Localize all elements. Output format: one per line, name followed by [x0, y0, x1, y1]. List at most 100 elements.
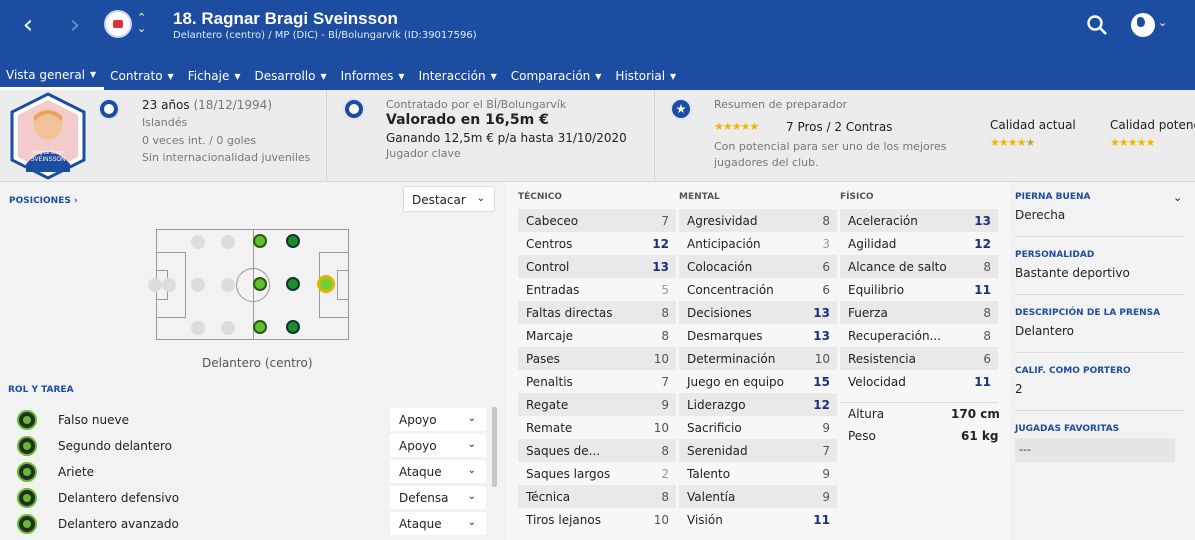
menu-historial[interactable]: Historial ▼	[609, 60, 684, 90]
attribute-row[interactable]: Juego en equipo 15	[679, 370, 837, 393]
personality-label: PERSONALIDAD	[1015, 250, 1095, 260]
menu-desarrollo[interactable]: Desarrollo ▼	[249, 60, 335, 90]
role-row[interactable]: Delantero avanzado Ataque ⌄	[0, 511, 490, 537]
attribute-row[interactable]: Remate 10	[518, 416, 676, 439]
globe-icon[interactable]	[1131, 13, 1155, 37]
chevron-down-icon: ⌄	[467, 491, 476, 502]
attribute-row[interactable]: Desmarques 13	[679, 324, 837, 347]
attribute-row[interactable]: Visión 11	[679, 508, 837, 531]
page-title: 18. Ragnar Bragi Sveinsson	[173, 9, 398, 28]
attribute-row[interactable]: Concentración 6	[679, 278, 837, 301]
player-subtitle[interactable]: Delantero (centro) / MP (DIC) - BÍ/Bolun…	[173, 30, 477, 41]
attribute-row[interactable]: Colocación 6	[679, 255, 837, 278]
chevron-down-icon[interactable]: ⌄	[1173, 191, 1182, 204]
menu-contrato[interactable]: Contrato ▼	[104, 60, 182, 90]
duty-dropdown[interactable]: Apoyo ⌄	[390, 408, 486, 431]
menu-vista-general[interactable]: Vista general ▼	[0, 60, 105, 90]
menu-fichaje[interactable]: Fichaje ▼	[182, 60, 249, 90]
attribute-row[interactable]: Valentía 9	[679, 485, 837, 508]
attribute-row[interactable]: Anticipación 3	[679, 232, 837, 255]
duty-dropdown[interactable]: Ataque ⌄	[390, 460, 486, 483]
attribute-row[interactable]: Control 13	[518, 255, 676, 278]
back-icon[interactable]: ‹	[13, 10, 43, 40]
attribute-row[interactable]: Alcance de salto 8	[840, 255, 998, 278]
forward-icon[interactable]: ›	[60, 10, 90, 40]
attribute-row[interactable]: Agresividad 8	[679, 209, 837, 232]
roles-scrollbar[interactable]	[492, 407, 497, 487]
contract-by[interactable]: Contratado por el BÍ/Bolungarvík	[386, 98, 566, 111]
attribute-row[interactable]: Aceleración 13	[840, 209, 998, 232]
menu-comparacion[interactable]: Comparación ▼	[505, 60, 610, 90]
portrait-name-1: Ragnar Bragi	[33, 150, 62, 156]
chevron-down-icon[interactable]: ⌄	[1158, 16, 1167, 29]
attribute-row[interactable]: Saques de... 8	[518, 439, 676, 462]
attribute-name: Técnica	[526, 490, 571, 504]
role-row[interactable]: Ariete Ataque ⌄	[0, 459, 490, 485]
attribute-row[interactable]: Faltas directas 8	[518, 301, 676, 324]
role-suitability-icon	[17, 410, 37, 430]
position-dot-st[interactable]	[286, 277, 300, 291]
position-dot-selected[interactable]	[317, 275, 335, 293]
position-dot[interactable]	[191, 235, 205, 249]
club-icon[interactable]	[343, 98, 365, 120]
attribute-row[interactable]: Recuperación... 8	[840, 324, 998, 347]
chevron-down-icon: ⌄	[467, 465, 476, 476]
attribute-row[interactable]: Entradas 5	[518, 278, 676, 301]
attribute-row[interactable]: Fuerza 8	[840, 301, 998, 324]
attribute-row[interactable]: Tiros lejanos 10	[518, 508, 676, 531]
position-dot[interactable]	[191, 278, 205, 292]
highlight-dropdown[interactable]: Destacar ⌄	[403, 186, 495, 212]
attribute-row[interactable]: Pases 10	[518, 347, 676, 370]
highlight-label: Destacar	[412, 193, 466, 207]
position-dot-am-r[interactable]	[253, 320, 267, 334]
position-dot-st-l[interactable]	[286, 234, 300, 248]
duty-dropdown[interactable]: Ataque ⌄	[390, 512, 486, 535]
role-row[interactable]: Segundo delantero Apoyo ⌄	[0, 433, 490, 459]
role-name: Falso nueve	[58, 413, 129, 427]
position-dot[interactable]	[221, 278, 235, 292]
attribute-value: 10	[653, 513, 669, 527]
position-dot[interactable]	[148, 278, 162, 292]
positions-link[interactable]: POSICIONES ›	[9, 196, 78, 206]
position-dot-st-r[interactable]	[286, 320, 300, 334]
attribute-row[interactable]: Talento 9	[679, 462, 837, 485]
menu-interaccion[interactable]: Interacción ▼	[413, 60, 505, 90]
role-row[interactable]: Falso nueve Apoyo ⌄	[0, 407, 490, 433]
position-dot-am-l[interactable]	[253, 234, 267, 248]
attribute-row[interactable]: Serenidad 7	[679, 439, 837, 462]
attribute-row[interactable]: Saques largos 2	[518, 462, 676, 485]
chevron-down-icon: ▼	[398, 71, 405, 81]
attribute-row[interactable]: Penaltis 7	[518, 370, 676, 393]
attribute-row[interactable]: Centros 12	[518, 232, 676, 255]
attribute-row[interactable]: Velocidad 11	[840, 370, 998, 393]
position-dot[interactable]	[191, 321, 205, 335]
attribute-row[interactable]: Resistencia 6	[840, 347, 998, 370]
foot-label: PIERNA BUENA	[1015, 192, 1091, 202]
position-dot[interactable]	[162, 278, 176, 292]
position-dot[interactable]	[221, 235, 235, 249]
attribute-row[interactable]: Decisiones 13	[679, 301, 837, 324]
attribute-row[interactable]: Liderazgo 12	[679, 393, 837, 416]
player-switch-icon[interactable]: ⌃ ⌄	[137, 12, 146, 34]
fisico-title: FÍSICO	[840, 192, 874, 202]
attribute-row[interactable]: Regate 9	[518, 393, 676, 416]
attribute-row[interactable]: Determinación 10	[679, 347, 837, 370]
attribute-row[interactable]: Técnica 8	[518, 485, 676, 508]
duty-dropdown[interactable]: Apoyo ⌄	[390, 434, 486, 457]
position-dot[interactable]	[221, 321, 235, 335]
attribute-row[interactable]: Marcaje 8	[518, 324, 676, 347]
attribute-row[interactable]: Equilibrio 11	[840, 278, 998, 301]
pros-cons[interactable]: 7 Pros / 2 Contras	[786, 120, 892, 134]
menu-informes[interactable]: Informes ▼	[335, 60, 413, 90]
nation-flag-icon[interactable]	[98, 98, 120, 120]
attribute-row[interactable]: Agilidad 12	[840, 232, 998, 255]
duty-dropdown[interactable]: Defensa ⌄	[390, 486, 486, 509]
attribute-row[interactable]: Sacrificio 9	[679, 416, 837, 439]
attribute-value: 9	[822, 490, 830, 504]
club-crest-icon[interactable]	[104, 10, 132, 38]
nationality[interactable]: Islandés	[142, 116, 187, 129]
role-row[interactable]: Delantero defensivo Defensa ⌄	[0, 485, 490, 511]
search-icon[interactable]	[1086, 14, 1108, 36]
attribute-row[interactable]: Cabeceo 7	[518, 209, 676, 232]
position-dot-am-c[interactable]	[253, 277, 267, 291]
